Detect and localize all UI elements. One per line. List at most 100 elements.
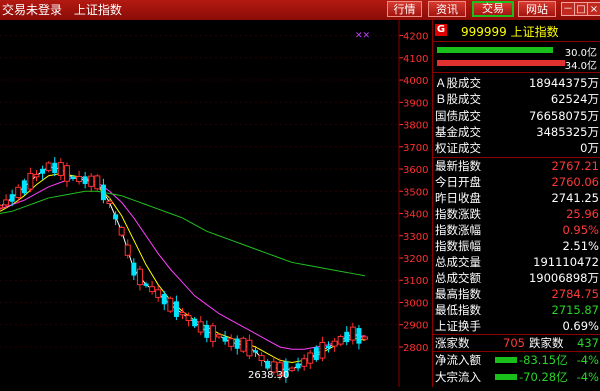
index-row-value: 2784.75 xyxy=(551,287,599,301)
net-inflow-row: 净流入额 -83.15亿 -4% xyxy=(433,352,600,368)
candle-body xyxy=(88,175,95,187)
down-count-value: 437 xyxy=(577,336,599,350)
maximize-icon[interactable]: □ xyxy=(574,2,588,16)
candle-body xyxy=(0,205,3,209)
divider xyxy=(433,72,600,73)
volume-row-value: 0万 xyxy=(580,141,599,156)
index-row: 指数涨幅 0.95% xyxy=(433,222,600,238)
index-row-value: 0.95% xyxy=(562,223,599,237)
marker-icon: ✕✕ xyxy=(355,31,370,41)
candle-body xyxy=(253,350,258,353)
index-row-value: 25.96 xyxy=(566,207,599,221)
candle-body xyxy=(136,268,143,286)
moving-average-line xyxy=(0,177,365,350)
quotes-button[interactable]: 行情 xyxy=(387,1,422,17)
candle-body xyxy=(326,345,331,349)
candle-body xyxy=(131,262,137,276)
index-row-value: 2767.21 xyxy=(551,159,599,173)
candle-body xyxy=(57,162,64,176)
kline-chart[interactable]: 4200 4100 4000 3900 3800 3700 3600 3500 3400 3300… xyxy=(0,20,432,387)
moving-average-line xyxy=(0,172,366,364)
volume-row-value: 18944375万 xyxy=(528,76,599,90)
index-row-value: 191110472 xyxy=(533,255,599,269)
volume-row-label: Ａ股成交 xyxy=(435,76,481,90)
market-breadth-row: 涨家数 705 跌家数 437 xyxy=(433,335,600,351)
candle-body xyxy=(222,336,228,342)
index-row-value: 2741.25 xyxy=(551,191,599,205)
index-row-value: 0.69% xyxy=(562,319,599,333)
index-row-value: 2715.87 xyxy=(551,303,599,317)
candle-body xyxy=(82,176,88,184)
volume-row: 权证成交 0万 xyxy=(433,140,600,156)
candle-body xyxy=(40,168,46,174)
candle-body xyxy=(204,324,210,338)
low-price-label: 2638.30 xyxy=(248,370,289,381)
index-row: 昨日收盘 2741.25 xyxy=(433,190,600,206)
y-tick-label: 3200 xyxy=(403,254,428,265)
volume-row-label: Ｂ股成交 xyxy=(435,92,481,107)
website-button[interactable]: 网站 xyxy=(518,1,556,17)
news-button[interactable]: 资讯 xyxy=(428,1,466,17)
down-count-label: 跌家数 xyxy=(529,336,564,350)
volume-row-label: 国债成交 xyxy=(435,108,481,123)
candle-body xyxy=(265,360,271,369)
block-inflow-bar xyxy=(495,374,517,380)
g-icon: G xyxy=(435,24,447,36)
candle-body xyxy=(15,186,22,198)
net-inflow-bar xyxy=(495,357,517,363)
candle-body xyxy=(209,325,216,342)
candle-body xyxy=(94,175,101,190)
candle-body xyxy=(295,363,301,369)
candle-body xyxy=(52,162,58,174)
title-bar: 交易未登录 上证指数 行情 资讯 交易 网站 － □ × xyxy=(0,0,600,20)
candle-body xyxy=(9,194,15,202)
index-name: 上证指数 xyxy=(73,3,122,17)
candle-body xyxy=(63,165,70,182)
y-tick-label: 4000 xyxy=(403,76,428,87)
index-row-label: 最高指数 xyxy=(435,287,481,301)
minimize-icon[interactable]: － xyxy=(561,2,575,16)
index-row-label: 今日开盘 xyxy=(435,175,481,189)
login-status: 交易未登录 xyxy=(2,3,63,17)
index-row-value: 19006898万 xyxy=(528,271,599,285)
index-row-label: 指数涨幅 xyxy=(435,223,481,237)
candle-body xyxy=(301,358,308,367)
candle-body xyxy=(192,318,198,327)
block-inflow-value: -70.28亿 xyxy=(519,370,568,384)
volume-row-label: 权证成交 xyxy=(435,141,481,156)
trade-button[interactable]: 交易 xyxy=(472,1,514,17)
moving-average-line xyxy=(0,190,366,277)
index-row: 上证换手 0.69% xyxy=(433,318,600,334)
candle-body xyxy=(167,297,174,312)
net-inflow-value: -83.15亿 xyxy=(519,353,568,367)
candle-body xyxy=(331,340,338,347)
candle-body xyxy=(234,338,240,349)
volume-row: Ｂ股成交 62524万 xyxy=(433,91,600,107)
close-icon[interactable]: × xyxy=(587,2,600,16)
block-inflow-pct: -4% xyxy=(576,370,599,384)
index-row: 今日开盘 2760.06 xyxy=(433,174,600,190)
candle-body xyxy=(33,174,40,178)
kline-chart-svg[interactable]: 4200 4100 4000 3900 3800 3700 3600 3500 3400 3300… xyxy=(0,20,432,387)
candle-body xyxy=(100,184,106,201)
index-row: 最新指数 2767.21 xyxy=(433,158,600,174)
y-tick-label: 3400 xyxy=(403,210,428,221)
y-tick-label: 3300 xyxy=(403,232,428,243)
index-row-label: 最低指数 xyxy=(435,303,481,317)
net-inflow-pct: -4% xyxy=(576,353,599,367)
index-row-value: 2760.06 xyxy=(551,175,599,189)
y-tick-label: 3100 xyxy=(403,276,428,287)
index-row: 最高指数 2784.75 xyxy=(433,286,600,302)
index-row-label: 指数振幅 xyxy=(435,239,481,253)
candle-body xyxy=(106,200,113,204)
index-row-label: 昨日收盘 xyxy=(435,191,481,205)
index-row: 指数振幅 2.51% xyxy=(433,238,600,254)
y-tick-label: 2900 xyxy=(403,321,428,332)
volume-row-value: 76658075万 xyxy=(528,108,599,123)
block-inflow-label: 大宗流入 xyxy=(435,370,481,384)
candle-body xyxy=(313,347,319,361)
y-tick-label: 3000 xyxy=(403,298,428,309)
candle-body xyxy=(113,214,119,220)
candle-body xyxy=(240,337,247,352)
candle-body xyxy=(344,331,350,343)
